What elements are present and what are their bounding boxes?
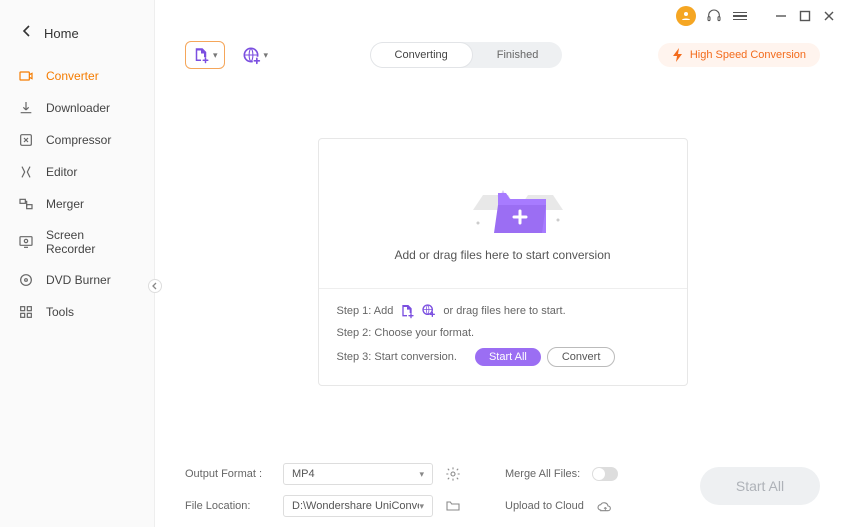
window-close[interactable]: [822, 9, 836, 23]
sidebar-item-editor[interactable]: Editor: [0, 156, 154, 188]
compressor-icon: [18, 132, 34, 148]
output-format-select[interactable]: MP4 ▾: [283, 463, 433, 485]
dropzone[interactable]: Add or drag files here to start conversi…: [318, 138, 688, 386]
chevron-down-icon: ▾: [419, 501, 424, 512]
sidebar-item-screen-recorder[interactable]: Screen Recorder: [0, 220, 154, 264]
sidebar-item-label: Tools: [46, 305, 74, 319]
settings-gear-icon[interactable]: [445, 466, 461, 482]
dropzone-text: Add or drag files here to start conversi…: [394, 248, 610, 262]
open-folder-icon[interactable]: [445, 498, 461, 514]
window-minimize[interactable]: [774, 9, 788, 23]
sidebar-item-label: Merger: [46, 197, 84, 211]
step3-text: Step 3: Start conversion.: [337, 351, 457, 363]
toolbar: ▾ ▾ Converting Finished High Speed Conve…: [155, 32, 850, 78]
add-file-button[interactable]: ▾: [185, 41, 225, 69]
sidebar-item-label: Screen Recorder: [46, 228, 136, 256]
sidebar-item-tools[interactable]: Tools: [0, 296, 154, 328]
titlebar: [662, 0, 850, 32]
add-file-icon: [192, 46, 210, 64]
tab-converting[interactable]: Converting: [370, 42, 473, 68]
merge-all-label: Merge All Files:: [505, 468, 580, 480]
merger-icon: [18, 196, 34, 212]
main-area: ▾ ▾ Converting Finished High Speed Conve…: [155, 32, 850, 527]
lightning-icon: [672, 48, 684, 62]
sidebar-item-label: DVD Burner: [46, 273, 111, 287]
sidebar-item-label: Converter: [46, 69, 99, 83]
convert-mini-button[interactable]: Convert: [547, 347, 616, 367]
file-location-label: File Location:: [185, 500, 271, 512]
back-icon[interactable]: [22, 24, 32, 42]
cloud-icon[interactable]: [596, 498, 612, 514]
user-avatar[interactable]: [676, 6, 696, 26]
add-url-icon: [241, 45, 261, 65]
step1-suffix: or drag files here to start.: [443, 305, 565, 317]
step2-text: Step 2: Choose your format.: [337, 327, 475, 339]
high-speed-conversion[interactable]: High Speed Conversion: [658, 43, 820, 67]
status-tabs: Converting Finished: [370, 42, 563, 68]
sidebar: Home Converter Downloader Compressor Edi…: [0, 0, 155, 527]
upload-cloud-label: Upload to Cloud: [505, 500, 584, 512]
editor-icon: [18, 164, 34, 180]
tools-icon: [18, 304, 34, 320]
sidebar-item-label: Compressor: [46, 133, 111, 147]
step1-prefix: Step 1: Add: [337, 305, 394, 317]
sidebar-item-merger[interactable]: Merger: [0, 188, 154, 220]
downloader-icon: [18, 100, 34, 116]
add-url-button[interactable]: ▾: [235, 41, 275, 69]
sidebar-item-converter[interactable]: Converter: [0, 60, 154, 92]
sidebar-collapse-handle[interactable]: [148, 279, 162, 293]
folder-plus-icon: [458, 165, 548, 230]
add-url-icon: [421, 303, 437, 319]
chevron-down-icon: ▾: [419, 469, 424, 480]
menu-icon[interactable]: [732, 8, 748, 24]
dvd-burner-icon: [18, 272, 34, 288]
start-all-button[interactable]: Start All: [700, 467, 820, 505]
dropzone-steps: Step 1: Add or drag files here to start.…: [319, 289, 687, 385]
chevron-down-icon: ▾: [264, 50, 269, 61]
sidebar-header: Home: [0, 24, 154, 60]
sidebar-item-label: Editor: [46, 165, 77, 179]
sidebar-item-compressor[interactable]: Compressor: [0, 124, 154, 156]
converter-icon: [18, 68, 34, 84]
tab-finished[interactable]: Finished: [473, 42, 563, 68]
start-all-mini-button[interactable]: Start All: [475, 348, 541, 366]
add-file-icon: [399, 303, 415, 319]
output-format-label: Output Format :: [185, 468, 271, 480]
screen-recorder-icon: [18, 234, 34, 250]
sidebar-item-label: Downloader: [46, 101, 110, 115]
chevron-down-icon: ▾: [213, 50, 218, 61]
file-location-select[interactable]: D:\Wondershare UniConverter 1 ▾: [283, 495, 433, 517]
dropzone-top: Add or drag files here to start conversi…: [319, 139, 687, 289]
sidebar-item-dvd-burner[interactable]: DVD Burner: [0, 264, 154, 296]
sidebar-title: Home: [44, 26, 79, 41]
window-maximize[interactable]: [798, 9, 812, 23]
sidebar-item-downloader[interactable]: Downloader: [0, 92, 154, 124]
merge-all-toggle[interactable]: [592, 467, 618, 481]
headset-icon[interactable]: [706, 8, 722, 24]
